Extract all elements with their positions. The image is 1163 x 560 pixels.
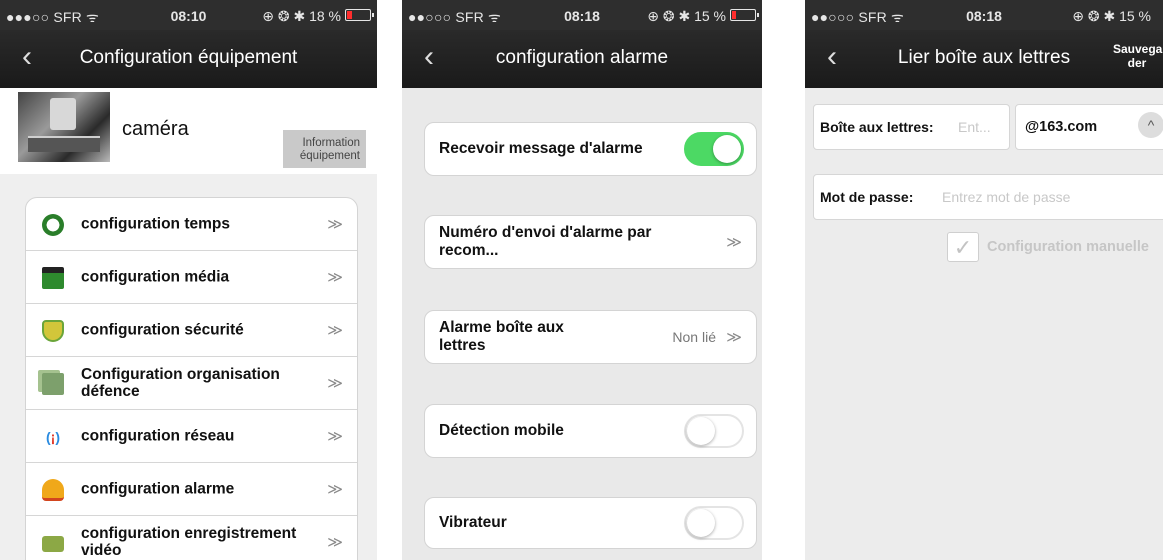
device-config-screen: ●●●○○ SFR ᯤ 08:10 ⊕ ❂ ✱ 18 % ‹ Configura…	[0, 0, 377, 560]
alarm-number-row[interactable]: Numéro d'envoi d'alarme par recom... ≫	[424, 215, 757, 269]
config-menu: configuration temps ≫ configuration médi…	[25, 197, 358, 560]
menu-item-security[interactable]: configuration sécurité ≫	[26, 304, 357, 357]
status-indicators: ⊕ ❂ ✱ 15 %	[647, 8, 726, 24]
device-name: caméra	[122, 118, 189, 140]
camera-thumbnail[interactable]	[18, 92, 110, 162]
mailbox-field: Boîte aux lettres: Ent...	[813, 104, 1010, 150]
vibrator-toggle[interactable]	[684, 506, 744, 540]
menu-item-defence[interactable]: Configuration organisation défence ≫	[26, 357, 357, 410]
manual-config-checkbox[interactable]: ✓	[947, 232, 979, 262]
page-title: Lier boîte aux lettres	[897, 47, 1071, 68]
menu-item-network[interactable]: (¡) configuration réseau ≫	[26, 410, 357, 463]
chevron-right-icon: ≫	[327, 269, 343, 286]
device-header: caméra Information équipement	[0, 88, 377, 174]
toggle-knob	[713, 135, 741, 163]
menu-item-alarm[interactable]: configuration alarme ≫	[26, 463, 357, 516]
motion-detection-toggle[interactable]	[684, 414, 744, 448]
save-button[interactable]: Sauvega der	[1113, 42, 1162, 70]
shield-icon	[42, 320, 64, 342]
receive-alarm-toggle[interactable]	[684, 132, 744, 166]
bell-icon	[42, 479, 64, 501]
chevron-right-icon: ≫	[327, 534, 343, 551]
menu-item-label: configuration réseau	[81, 427, 235, 445]
status-time: 08:18	[966, 8, 1002, 24]
clapperboard-icon	[42, 267, 64, 289]
menu-item-time[interactable]: configuration temps ≫	[26, 198, 357, 251]
page-title: Configuration équipement	[79, 47, 298, 68]
menu-item-recording[interactable]: configuration enregistrement vidéo ≫	[26, 516, 357, 560]
status-bar: ●●○○○ SFR ᯤ 08:18 ⊕ ❂ ✱ 15 %	[402, 0, 762, 30]
receive-alarm-label: Recevoir message d'alarme	[439, 140, 643, 157]
menu-item-media[interactable]: configuration média ≫	[26, 251, 357, 304]
receive-alarm-row: Recevoir message d'alarme	[424, 122, 757, 176]
password-input[interactable]: Entrez mot de passe	[942, 189, 1070, 205]
vibrator-label: Vibrateur	[439, 514, 507, 531]
chevron-right-icon: ≫	[327, 375, 343, 392]
chevron-right-icon: ≫	[726, 329, 742, 346]
toggle-knob	[687, 417, 715, 445]
video-camera-icon	[42, 536, 64, 552]
alarm-config-screen: ●●○○○ SFR ᯤ 08:18 ⊕ ❂ ✱ 15 % ‹ configura…	[402, 0, 762, 560]
mailbox-label: Boîte aux lettres:	[820, 119, 934, 135]
navigation-bar: ‹ Lier boîte aux lettres Sauvega der	[805, 30, 1163, 88]
password-field: Mot de passe: Entrez mot de passe	[813, 174, 1163, 220]
menu-item-label: Configuration organisation défence	[81, 366, 280, 400]
domain-value: @163.com	[1025, 119, 1098, 135]
navigation-bar: ‹ configuration alarme	[402, 30, 762, 88]
password-label: Mot de passe:	[820, 189, 914, 205]
link-mailbox-screen: ●●○○○ SFR ᯤ 08:18 ⊕ ❂ ✱ 15 % ‹ Lier boît…	[805, 0, 1163, 560]
device-info-button[interactable]: Information équipement	[283, 130, 366, 168]
documents-icon	[42, 373, 64, 395]
clock-icon	[42, 214, 64, 236]
chevron-up-icon[interactable]: ^	[1138, 112, 1163, 138]
status-indicators: ⊕ ❂ ✱ 15 %	[1072, 8, 1151, 24]
menu-item-label: configuration alarme	[81, 480, 235, 498]
menu-item-label: configuration enregistrement vidéo	[81, 525, 297, 559]
battery-icon	[345, 9, 374, 21]
carrier-signal: ●●○○○ SFR ᯤ	[408, 9, 502, 25]
carrier-signal: ●●●○○ SFR ᯤ	[6, 9, 100, 25]
vibrator-row: Vibrateur	[424, 497, 757, 549]
alarm-mailbox-label: Alarme boîte aux lettres	[439, 319, 564, 354]
status-bar: ●●●○○ SFR ᯤ 08:10 ⊕ ❂ ✱ 18 %	[0, 0, 377, 30]
motion-detection-label: Détection mobile	[439, 422, 564, 439]
battery-icon	[730, 9, 759, 21]
page-title: configuration alarme	[495, 47, 669, 68]
menu-item-label: configuration temps	[81, 215, 230, 233]
motion-detection-row: Détection mobile	[424, 404, 757, 458]
alarm-number-label: Numéro d'envoi d'alarme par recom...	[439, 224, 652, 259]
alarm-mailbox-row[interactable]: Alarme boîte aux lettres Non lié ≫	[424, 310, 757, 364]
chevron-right-icon: ≫	[327, 481, 343, 498]
mailbox-input[interactable]: Ent...	[958, 119, 991, 135]
status-indicators: ⊕ ❂ ✱ 18 %	[262, 8, 341, 24]
chevron-right-icon: ≫	[327, 428, 343, 445]
status-time: 08:10	[170, 8, 207, 24]
toggle-knob	[687, 509, 715, 537]
menu-item-label: configuration média	[81, 268, 230, 286]
manual-config-label: Configuration manuelle	[987, 239, 1149, 255]
wifi-antenna-icon: (¡)	[45, 429, 60, 445]
status-time: 08:18	[564, 8, 600, 24]
mailbox-status: Non lié	[672, 329, 716, 345]
menu-item-label: configuration sécurité	[81, 321, 244, 339]
navigation-bar: ‹ Configuration équipement	[0, 30, 377, 88]
chevron-right-icon: ≫	[726, 234, 742, 251]
carrier-signal: ●●○○○ SFR ᯤ	[811, 9, 905, 25]
chevron-right-icon: ≫	[327, 216, 343, 233]
domain-select[interactable]: @163.com ^	[1015, 104, 1163, 150]
status-bar: ●●○○○ SFR ᯤ 08:18 ⊕ ❂ ✱ 15 %	[805, 0, 1163, 30]
chevron-right-icon: ≫	[327, 322, 343, 339]
